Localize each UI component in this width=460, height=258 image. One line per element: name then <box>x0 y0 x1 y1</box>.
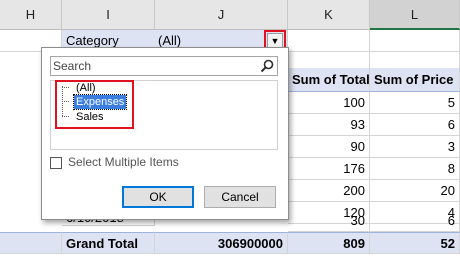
tree-connector <box>62 87 69 88</box>
column-header-j[interactable]: J <box>155 0 288 30</box>
filter-item-sales[interactable]: Sales <box>74 110 106 124</box>
price-cell[interactable]: 3 <box>370 136 460 158</box>
total-cell[interactable]: 30 <box>288 210 370 232</box>
ok-button[interactable]: OK <box>122 186 194 208</box>
total-cell[interactable]: 93 <box>288 114 370 136</box>
total-cell[interactable]: 200 <box>288 180 370 202</box>
pivot-header-sum-price[interactable]: Sum of Price <box>370 68 460 92</box>
filter-label: Category <box>66 33 119 48</box>
grand-total-sum-price[interactable]: 52 <box>370 232 460 254</box>
search-icon[interactable] <box>259 58 275 74</box>
total-cell[interactable]: 176 <box>288 158 370 180</box>
grand-total-value[interactable]: 306900000 <box>155 232 288 254</box>
price-cell[interactable]: 20 <box>370 180 460 202</box>
cell[interactable] <box>288 30 370 52</box>
price-cell[interactable]: 6 <box>370 210 460 232</box>
grand-total-label[interactable]: Grand Total <box>62 232 155 254</box>
total-cell[interactable]: 100 <box>288 92 370 114</box>
price-cell[interactable]: 6 <box>370 114 460 136</box>
column-header-i[interactable]: I <box>62 0 155 30</box>
column-header-l[interactable]: L <box>370 0 460 30</box>
tree-connector <box>62 116 69 117</box>
column-header-h[interactable]: H <box>0 0 62 30</box>
cancel-button[interactable]: Cancel <box>204 186 276 208</box>
tree-connector <box>62 101 69 102</box>
select-multiple-checkbox[interactable] <box>50 157 62 169</box>
filter-item-all[interactable]: (All) <box>74 81 98 95</box>
total-cell[interactable]: 90 <box>288 136 370 158</box>
filter-item-expenses[interactable]: Expenses <box>72 94 128 110</box>
cell[interactable] <box>0 232 62 254</box>
search-input[interactable] <box>50 56 278 76</box>
column-header-k[interactable]: K <box>288 0 370 30</box>
pivot-header-sum-total[interactable]: Sum of Total <box>288 68 370 92</box>
grand-total-sum-total[interactable]: 809 <box>288 232 370 254</box>
select-multiple-label[interactable]: Select Multiple Items <box>68 155 179 169</box>
price-cell[interactable]: 5 <box>370 92 460 114</box>
cell[interactable] <box>370 30 460 52</box>
price-cell[interactable]: 8 <box>370 158 460 180</box>
filter-item-list[interactable]: (All) Expenses Sales <box>50 80 278 150</box>
filter-dropdown-panel: (All) Expenses Sales Select Multiple Ite… <box>41 47 289 220</box>
